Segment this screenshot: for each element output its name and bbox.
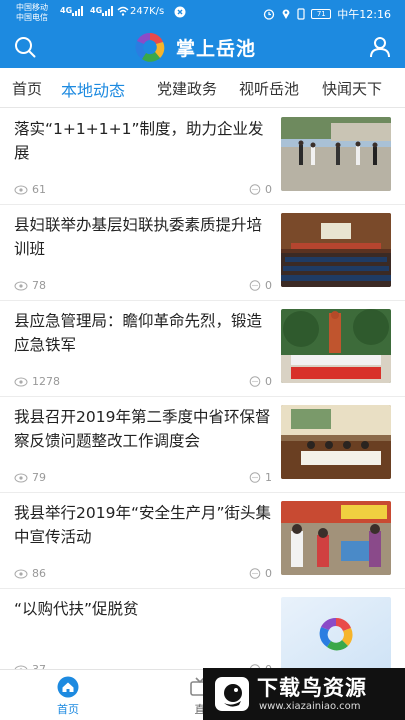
news-title[interactable]: 落实“1+1+1+1”制度，助力企业发展 [14, 117, 272, 165]
status-bar: 中国移动 中国电信 4G 4G 247K/s 71 中午12:16 [0, 0, 405, 26]
news-title[interactable]: “以购代扶”促脱贫 [14, 597, 272, 621]
news-item[interactable]: 落实“1+1+1+1”制度，助力企业发展 61 0 [0, 109, 405, 205]
comment-icon [249, 184, 261, 195]
app-brand: 掌上岳池 [132, 29, 256, 65]
comment-icon [249, 568, 261, 579]
nav-home-label: 首页 [57, 703, 79, 716]
eye-icon [14, 281, 28, 290]
watermark-banner: 下载鸟资源 www.xiazainiao.com [203, 668, 405, 720]
comment-count-value: 1 [265, 471, 272, 484]
comment-count-value: 0 [265, 183, 272, 196]
app-logo-thumbnail[interactable] [281, 597, 391, 669]
signal-2-label: 4G [90, 6, 103, 15]
monument-photo[interactable] [281, 309, 391, 383]
view-count: 78 [14, 279, 46, 292]
vibrate-icon [297, 8, 305, 20]
news-item[interactable]: “以购代扶”促脱贫 37 0 [0, 589, 405, 669]
tab-home[interactable]: 首页 [12, 78, 42, 99]
news-list: 落实“1+1+1+1”制度，助力企业发展 61 0 县妇联举办基层妇联执委素质提… [0, 109, 405, 669]
view-count: 61 [14, 183, 46, 196]
app-title: 掌上岳池 [176, 37, 257, 60]
comment-count: 0 [249, 183, 272, 196]
bird-logo-icon [215, 677, 249, 711]
view-count: 1278 [14, 375, 60, 388]
comment-count-value: 0 [265, 567, 272, 580]
news-item[interactable]: 我县召开2019年第二季度中省环保督察反馈问题整改工作调度会 79 1 [0, 397, 405, 493]
carrier-2: 中国电信 [16, 13, 48, 22]
watermark-url: www.xiazainiao.com [259, 701, 361, 712]
comment-icon [249, 376, 261, 387]
meeting-photo[interactable] [281, 405, 391, 479]
app-header: 掌上岳池 [0, 26, 405, 68]
tab-local-news[interactable]: 本地动态 [61, 77, 125, 101]
signal-2-icon [102, 6, 113, 16]
news-meta: 86 0 [14, 567, 272, 581]
network-speed: 247K/s [130, 6, 165, 17]
view-count: 79 [14, 471, 46, 484]
wifi-icon [117, 6, 129, 16]
tab-video-yuechi[interactable]: 视听岳池 [239, 78, 299, 99]
view-count: 86 [14, 567, 46, 580]
carrier-1: 中国移动 [16, 3, 48, 12]
battery-indicator: 71 [311, 9, 332, 19]
location-icon [282, 9, 290, 19]
view-count-value: 61 [32, 183, 46, 196]
nav-home[interactable]: 首页 [38, 676, 98, 717]
news-item[interactable]: 我县举行2019年“安全生产月”街头集中宣传活动 86 0 [0, 493, 405, 589]
comment-count: 0 [249, 279, 272, 292]
tab-party-affairs[interactable]: 党建政务 [157, 78, 217, 99]
home-icon [57, 676, 79, 698]
comment-icon [249, 280, 261, 291]
news-meta: 1278 0 [14, 375, 272, 389]
carrier-info: 中国移动 中国电信 [16, 3, 48, 23]
eye-icon [14, 569, 28, 578]
status-right: 71 中午12:16 [263, 6, 391, 22]
tab-world-news[interactable]: 快闻天下 [322, 78, 382, 99]
vpn-icon [174, 6, 186, 18]
user-icon[interactable] [368, 35, 392, 59]
news-title[interactable]: 我县举行2019年“安全生产月”街头集中宣传活动 [14, 501, 272, 549]
street-photo[interactable] [281, 501, 391, 575]
news-item[interactable]: 县应急管理局：瞻仰革命先烈，锻造应急铁军 1278 0 [0, 301, 405, 397]
alarm-icon [264, 9, 275, 20]
eye-icon [14, 377, 28, 386]
news-item[interactable]: 县妇联举办基层妇联执委素质提升培训班 78 0 [0, 205, 405, 301]
watermark-title: 下载鸟资源 [257, 676, 367, 700]
news-meta: 61 0 [14, 183, 272, 197]
news-meta: 78 0 [14, 279, 272, 293]
news-meta: 79 1 [14, 471, 272, 485]
eye-icon [14, 473, 28, 482]
comment-count: 1 [249, 471, 272, 484]
comment-count: 0 [249, 375, 272, 388]
view-count-value: 79 [32, 471, 46, 484]
search-icon[interactable] [13, 35, 37, 59]
news-title[interactable]: 县妇联举办基层妇联执委素质提升培训班 [14, 213, 272, 261]
comment-icon [249, 472, 261, 483]
category-tabs: 首页 本地动态 党建政务 视听岳池 快闻天下 [0, 68, 405, 108]
news-title[interactable]: 我县召开2019年第二季度中省环保督察反馈问题整改工作调度会 [14, 405, 272, 453]
comment-count-value: 0 [265, 279, 272, 292]
comment-count-value: 0 [265, 375, 272, 388]
signal-1-icon [72, 6, 83, 16]
signal-1-label: 4G [60, 6, 73, 15]
news-title[interactable]: 县应急管理局：瞻仰革命先烈，锻造应急铁军 [14, 309, 272, 357]
view-count-value: 86 [32, 567, 46, 580]
eye-icon [14, 185, 28, 194]
inspection-photo[interactable] [281, 117, 391, 191]
app-logo-icon [135, 32, 165, 62]
view-count-value: 78 [32, 279, 46, 292]
clock: 中午12:16 [337, 8, 391, 21]
auditorium-photo[interactable] [281, 213, 391, 287]
view-count-value: 1278 [32, 375, 60, 388]
comment-count: 0 [249, 567, 272, 580]
